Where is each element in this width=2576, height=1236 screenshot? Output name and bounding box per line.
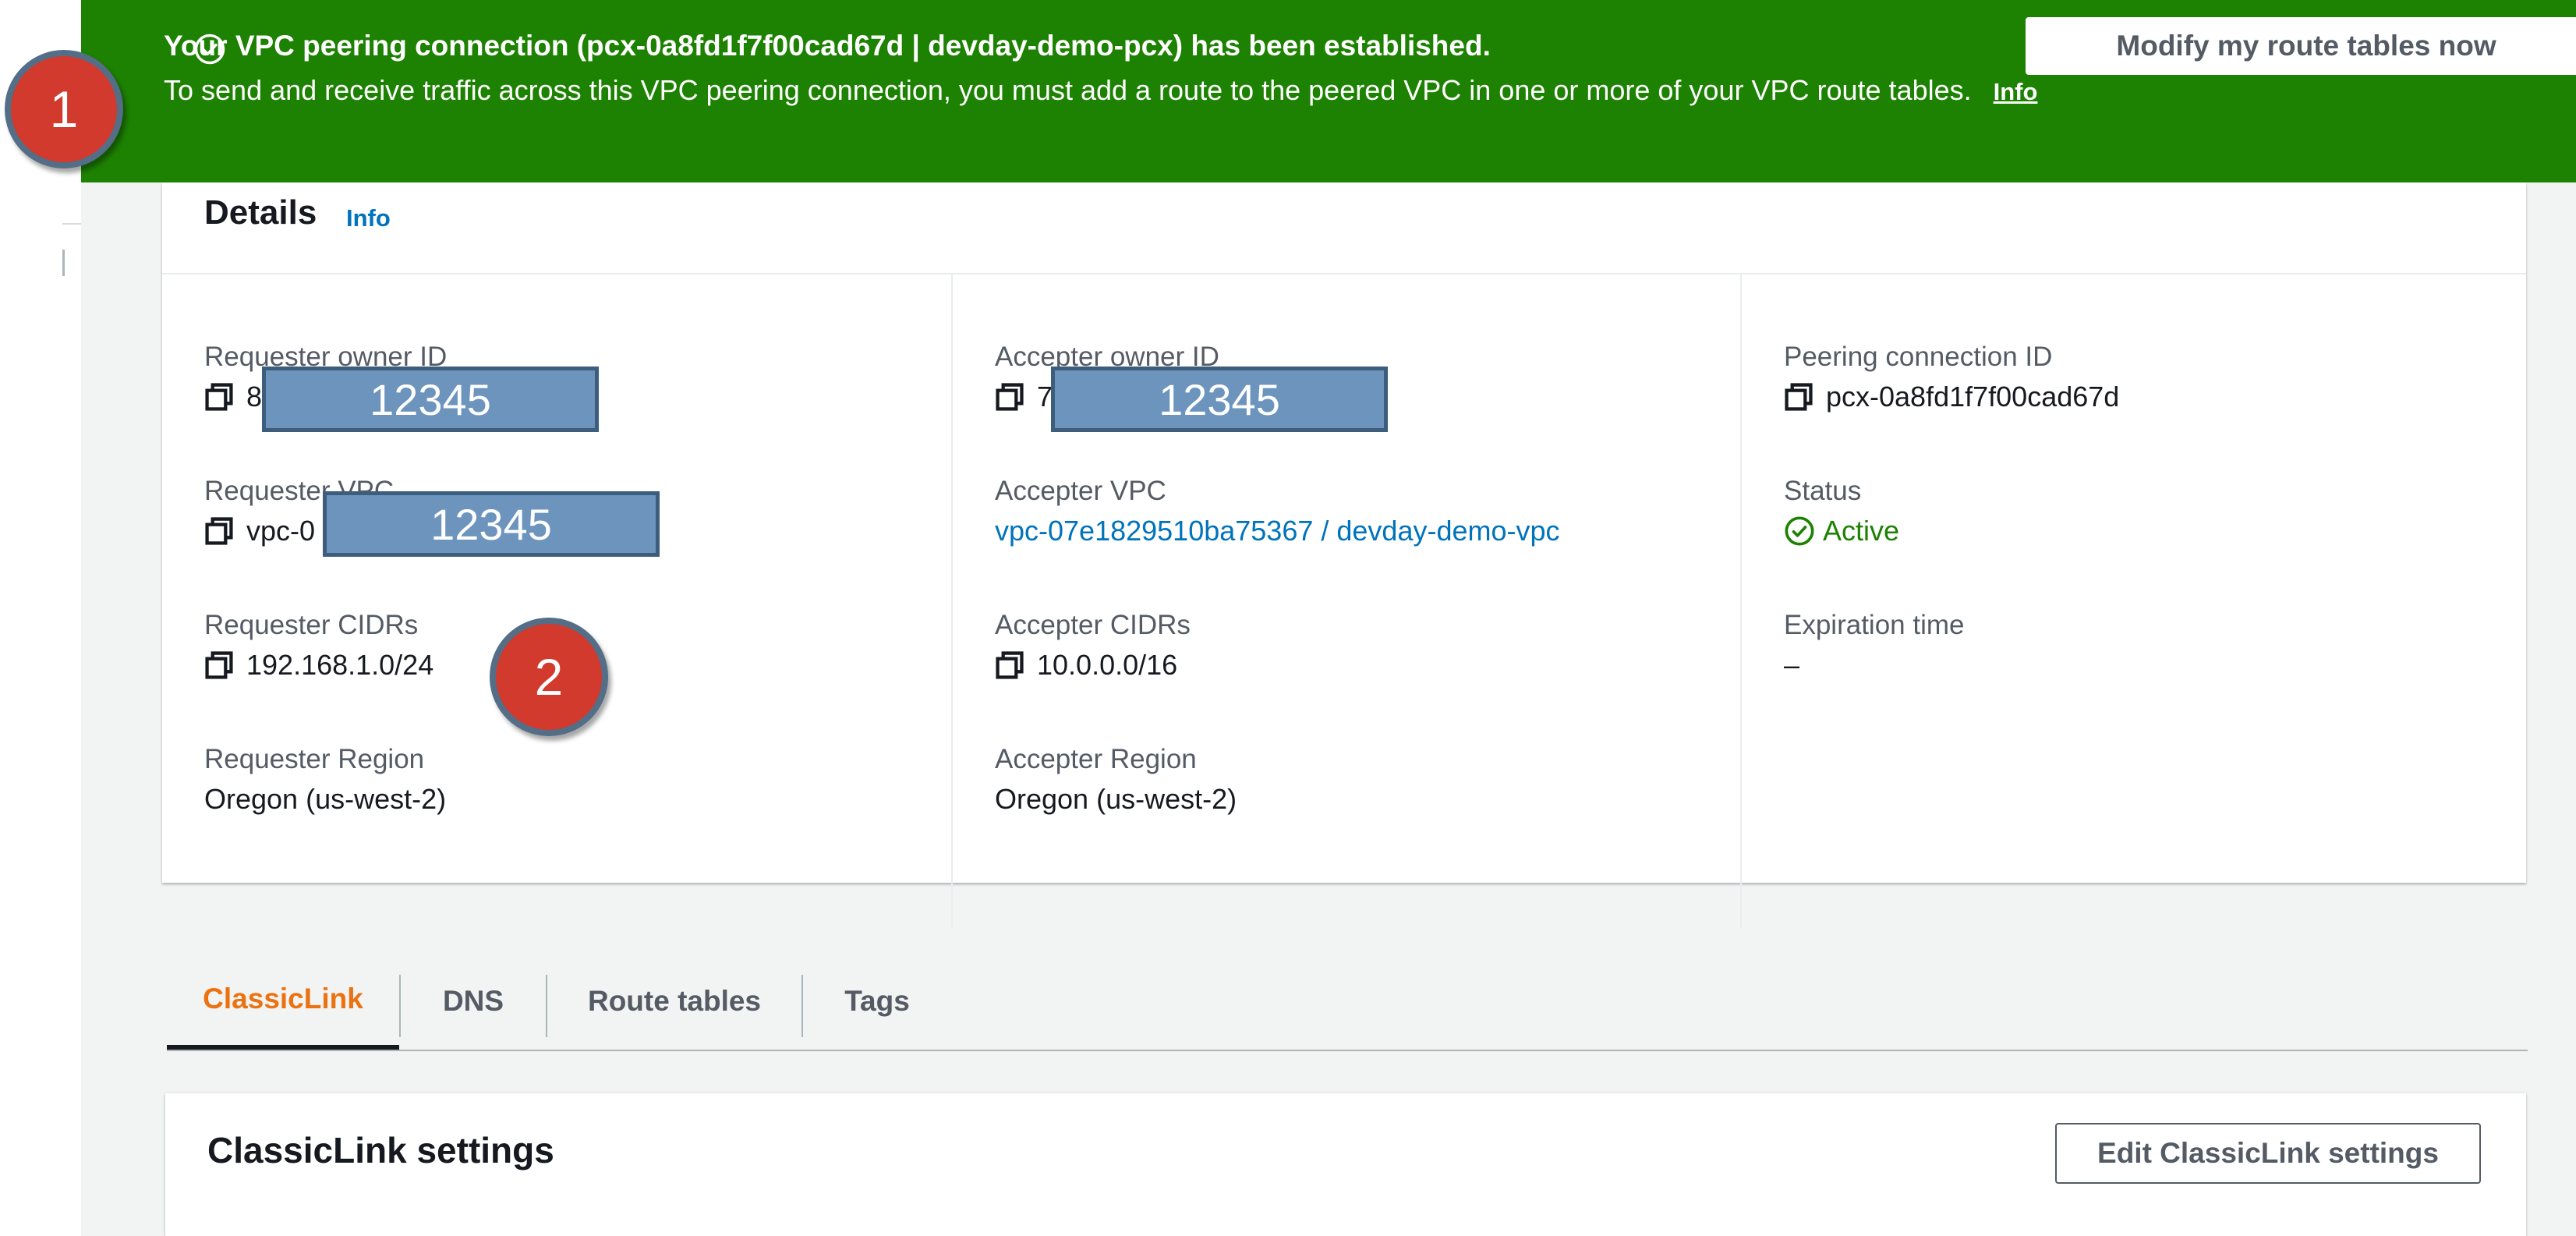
- status-label: Active: [1823, 515, 1900, 547]
- copy-icon[interactable]: [204, 650, 234, 680]
- requester-region-field: Requester Region Oregon (us-west-2): [204, 741, 446, 820]
- expiration-time-value: –: [1784, 649, 1800, 681]
- status-check-icon: [1785, 516, 1814, 546]
- gutter-divider: [62, 223, 81, 225]
- redaction-box-accepter-owner-id: 12345: [1051, 367, 1388, 432]
- field-value: 192.168.1.0/24: [204, 644, 433, 686]
- flash-title: Your VPC peering connection (pcx-0a8fd1f…: [164, 30, 1491, 62]
- details-info-link[interactable]: Info: [346, 204, 391, 232]
- classiclink-settings-title: ClassicLink settings: [207, 1130, 554, 1170]
- tab-route-tables[interactable]: Route tables: [547, 953, 801, 1050]
- field-label: Status: [1784, 476, 1862, 506]
- field-value: 10.0.0.0/16: [995, 644, 1191, 686]
- field-label: Requester CIDRs: [204, 610, 419, 640]
- requester-region-value: Oregon (us-west-2): [204, 783, 447, 815]
- redaction-box-requester-vpc: 12345: [323, 491, 660, 557]
- classiclink-settings-container: ClassicLink settings Edit ClassicLink se…: [165, 1093, 2526, 1236]
- edit-classiclink-settings-button[interactable]: Edit ClassicLink settings: [2055, 1123, 2481, 1184]
- accepter-region-value: Oregon (us-west-2): [995, 783, 1237, 815]
- modify-route-tables-button[interactable]: Modify my route tables now: [2026, 17, 2576, 75]
- copy-icon[interactable]: [204, 382, 234, 412]
- flash-message: To send and receive traffic across this …: [164, 74, 1972, 106]
- field-label: Expiration time: [1784, 610, 1965, 640]
- details-title: Details: [204, 193, 317, 232]
- copy-icon[interactable]: [204, 516, 234, 546]
- success-flash-banner: Your VPC peering connection (pcx-0a8fd1f…: [81, 0, 2576, 182]
- field-label: Accepter Region: [995, 744, 1197, 774]
- callout-marker-1: 1: [5, 50, 123, 168]
- details-header: Details Info: [162, 182, 2526, 274]
- field-label: Accepter VPC: [995, 476, 1166, 506]
- flash-body: To send and receive traffic across this …: [164, 70, 2082, 112]
- tab-classiclink[interactable]: ClassicLink: [167, 953, 399, 1050]
- field-label: Peering connection ID: [1784, 342, 2053, 372]
- accepter-cidrs-value: 10.0.0.0/16: [1037, 649, 1178, 681]
- accepter-cidrs-field: Accepter CIDRs 10.0.0.0/16: [995, 607, 1191, 686]
- tab-tags[interactable]: Tags: [803, 953, 951, 1050]
- requester-cidrs-value: 192.168.1.0/24: [246, 649, 434, 681]
- expiration-time-field: Expiration time –: [1784, 607, 1964, 686]
- requester-cidrs-field: Requester CIDRs 192.168.1.0/24: [204, 607, 433, 686]
- peering-connection-id-field: Peering connection ID pcx-0a8fd1f7f00cad…: [1784, 338, 2119, 418]
- redaction-box-requester-owner-id: 12345: [262, 367, 599, 432]
- copy-icon[interactable]: [995, 382, 1024, 412]
- accepter-vpc-link[interactable]: vpc-07e1829510ba75367 / devday-demo-vpc: [995, 510, 1560, 552]
- callout-marker-2: 2: [490, 618, 608, 736]
- gutter-scroll-handle[interactable]: [62, 250, 65, 276]
- tab-dns[interactable]: DNS: [401, 953, 546, 1050]
- field-label: Accepter CIDRs: [995, 610, 1191, 640]
- peering-connection-id-value: pcx-0a8fd1f7f00cad67d: [1826, 381, 2120, 413]
- accepter-vpc-field: Accepter VPC vpc-07e1829510ba75367 / dev…: [995, 473, 1560, 552]
- accepter-region-field: Accepter Region Oregon (us-west-2): [995, 741, 1237, 820]
- copy-icon[interactable]: [995, 650, 1024, 680]
- requester-owner-id-value: 8: [246, 381, 263, 413]
- status-field: Status Active: [1784, 473, 1899, 552]
- status-value: Active: [1784, 510, 1899, 552]
- field-value: pcx-0a8fd1f7f00cad67d: [1784, 376, 2119, 418]
- copy-icon[interactable]: [1784, 382, 1813, 412]
- field-label: Requester Region: [204, 744, 425, 774]
- details-tabs: ClassicLink DNS Route tables Tags: [167, 953, 2528, 1051]
- requester-vpc-value: vpc-0: [246, 515, 316, 547]
- left-gutter: [0, 0, 81, 1236]
- flash-info-link[interactable]: Info: [1994, 78, 2038, 105]
- details-column-connection: Peering connection ID pcx-0a8fd1f7f00cad…: [1740, 274, 2529, 928]
